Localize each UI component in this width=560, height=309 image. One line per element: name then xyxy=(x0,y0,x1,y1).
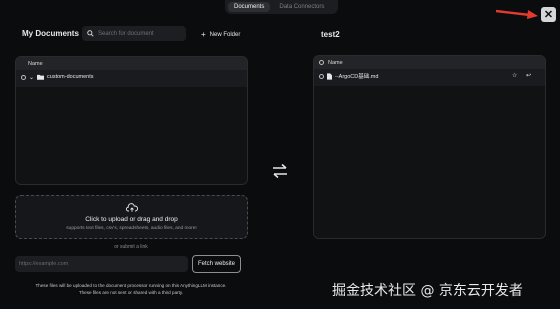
upload-subtitle: supports text files, csv's, spreadsheets… xyxy=(66,226,197,231)
upload-footnote: These files will be uploaded to the docu… xyxy=(0,282,262,296)
watermark-text: 掘金技术社区 @ 京东云开发者 xyxy=(332,283,523,299)
column-header-label: Name xyxy=(328,59,343,66)
close-button[interactable]: ✕ xyxy=(541,7,556,22)
search-icon xyxy=(87,30,94,37)
footnote-line-1: These files will be uploaded to the docu… xyxy=(35,283,227,288)
fetch-website-button[interactable]: Fetch website xyxy=(192,255,241,273)
list-item[interactable]: --ArgoCD基础.md ☆ ↩ xyxy=(314,69,545,83)
my-documents-panel: Name ⌄ custom-documents xyxy=(15,56,248,185)
upload-title: Click to upload or drag and drop xyxy=(85,216,178,223)
search-placeholder: Search for document xyxy=(98,30,154,37)
select-checkbox[interactable] xyxy=(319,73,324,79)
chevron-down-icon[interactable]: ⌄ xyxy=(29,74,34,81)
column-header-name: Name xyxy=(314,56,545,69)
tab-documents[interactable]: Documents xyxy=(228,2,271,12)
or-submit-link-text: or submit a link xyxy=(114,244,148,250)
file-name: --ArgoCD基础.md xyxy=(335,74,379,80)
list-item[interactable]: ⌄ custom-documents xyxy=(16,70,247,84)
move-arrows-icon xyxy=(273,163,287,179)
my-documents-title: My Documents xyxy=(22,29,79,38)
document-search-input[interactable]: Search for document xyxy=(82,26,186,41)
footnote-line-2: These files are not sent or shared with … xyxy=(78,290,184,295)
list-empty-area xyxy=(16,87,247,184)
folder-icon xyxy=(37,74,45,80)
new-folder-button[interactable]: + New Folder xyxy=(201,30,240,39)
upload-dropzone[interactable]: Click to upload or drag and drop support… xyxy=(15,195,248,239)
close-icon: ✕ xyxy=(543,9,554,21)
column-header-name: Name xyxy=(16,57,247,70)
tab-bar: Documents Data Connectors xyxy=(225,0,338,14)
link-input[interactable]: https://example.com xyxy=(15,256,188,272)
new-folder-label: New Folder xyxy=(209,31,241,38)
file-icon xyxy=(327,72,332,80)
select-all-checkbox[interactable] xyxy=(319,60,324,65)
remove-icon[interactable]: ↩ xyxy=(526,72,531,79)
select-checkbox[interactable] xyxy=(21,74,26,80)
tab-data-connectors[interactable]: Data Connectors xyxy=(273,2,330,12)
pin-icon[interactable]: ☆ xyxy=(512,72,517,79)
plus-icon: + xyxy=(201,30,206,39)
cloud-upload-icon xyxy=(125,203,138,212)
folder-name: custom-documents xyxy=(47,74,94,80)
workspace-title: test2 xyxy=(321,30,340,39)
arrow-annotation-icon xyxy=(495,9,538,19)
workspace-documents-panel: Name --ArgoCD基础.md ☆ ↩ xyxy=(313,55,546,239)
list-empty-area xyxy=(314,86,545,238)
